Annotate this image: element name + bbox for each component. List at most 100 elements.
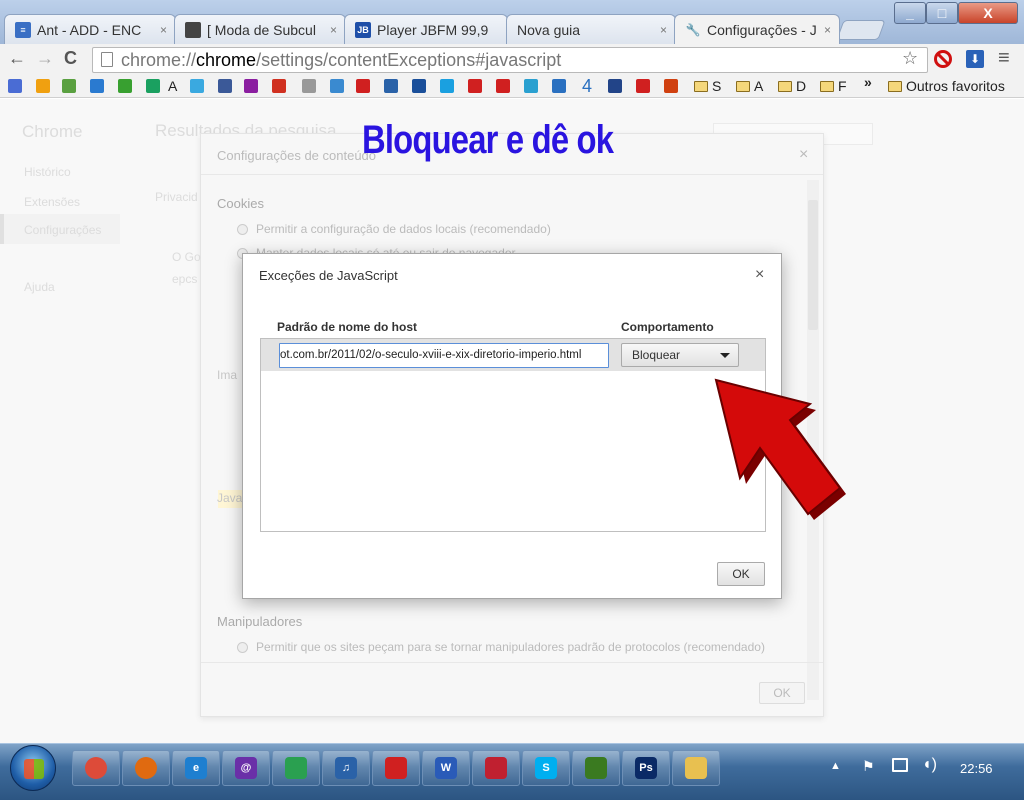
faint-text-4: Java	[217, 491, 243, 505]
close-icon[interactable]: ×	[160, 23, 167, 37]
block-icon[interactable]	[934, 50, 952, 68]
handlers-option[interactable]: Permitir que os sites peçam para se torn…	[237, 640, 765, 654]
minimize-button[interactable]: _	[894, 2, 926, 24]
more-bookmarks-chevron[interactable]: »	[864, 74, 872, 90]
volume-icon[interactable]: ◖)	[922, 756, 937, 774]
close-icon[interactable]: ×	[660, 23, 667, 37]
bookmark-favicon-icon[interactable]	[496, 79, 510, 93]
show-hidden-icons-chevron[interactable]: ▲	[830, 760, 841, 772]
menu-icon[interactable]: ≡	[998, 47, 1010, 70]
bookmark-favicon-icon[interactable]	[524, 79, 538, 93]
behavior-select[interactable]: Bloquear	[621, 343, 739, 367]
clock[interactable]: 22:56	[960, 761, 993, 776]
ok-button[interactable]: OK	[717, 562, 765, 586]
folder-label: S	[712, 78, 722, 94]
tab-0[interactable]: ≡ Ant - ADD - ENC ×	[4, 14, 176, 44]
bookmark-favicon-icon[interactable]	[608, 79, 622, 93]
maximize-icon: □	[937, 5, 947, 21]
bookmark-favicon-icon[interactable]	[62, 79, 76, 93]
new-tab-button[interactable]	[836, 20, 886, 40]
taskbar-app4-button[interactable]: @	[222, 750, 270, 786]
other-bookmarks[interactable]: Outros favoritos	[888, 78, 1005, 94]
tab-2[interactable]: JB Player JBFM 99,9	[344, 14, 508, 44]
bookmark-favicon-icon[interactable]	[412, 79, 426, 93]
bookmark-label-a[interactable]: A	[168, 78, 177, 94]
bookmark-favicon-icon[interactable]	[356, 79, 370, 93]
taskbar-word-button[interactable]: W	[422, 750, 470, 786]
close-icon[interactable]: ×	[330, 23, 337, 37]
host-pattern-input[interactable]: ot.com.br/2011/02/o-seculo-xviii-e-xix-d…	[279, 343, 609, 368]
bookmark-folder-a[interactable]: A	[736, 78, 763, 94]
maximize-button[interactable]: □	[926, 2, 958, 24]
bookmark-favicon-icon[interactable]	[664, 79, 678, 93]
bookmark-favicon-icon[interactable]	[330, 79, 344, 93]
app7-icon	[385, 757, 407, 779]
url-path: /settings/contentExceptions#javascript	[256, 50, 562, 70]
bookmark-favicon-icon[interactable]	[468, 79, 482, 93]
tab-3[interactable]: Nova guia ×	[506, 14, 676, 44]
taskbar-app5-button[interactable]	[272, 750, 320, 786]
close-icon[interactable]: ×	[824, 23, 831, 37]
taskbar-ie-button[interactable]: e	[172, 750, 220, 786]
app9-icon	[485, 757, 507, 779]
radio-selected[interactable]	[237, 224, 248, 236]
bookmark-favicon-icon[interactable]	[36, 79, 50, 93]
bookmark-favicon-icon[interactable]	[636, 79, 650, 93]
tab-label: Ant - ADD - ENC	[37, 21, 142, 38]
nav-history[interactable]: Histórico	[24, 165, 71, 179]
close-icon: X	[983, 5, 993, 21]
taskbar-skype-button[interactable]: S	[522, 750, 570, 786]
bookmark-favicon-icon[interactable]	[8, 79, 22, 93]
bookmark-favicon-icon[interactable]	[552, 79, 566, 93]
taskbar-app9-button[interactable]	[472, 750, 520, 786]
radio-selected[interactable]	[237, 642, 248, 654]
start-button[interactable]	[10, 745, 56, 791]
bookmark-favicon-icon[interactable]	[440, 79, 454, 93]
privacy-heading: Privacid	[155, 190, 198, 204]
taskbar-chrome-button[interactable]	[72, 750, 120, 786]
close-window-button[interactable]: X	[958, 2, 1018, 24]
flag-icon[interactable]: ⚑	[862, 758, 875, 775]
address-bar[interactable]: chrome://chrome/settings/contentExceptio…	[92, 47, 928, 73]
star-icon[interactable]: ☆	[902, 48, 918, 69]
bookmark-folder-s[interactable]: S	[694, 78, 721, 94]
nav-extensions[interactable]: Extensões	[24, 195, 80, 209]
bookmark-folder-d[interactable]: D	[778, 78, 806, 94]
network-icon[interactable]	[892, 758, 908, 772]
back-arrow-icon[interactable]: ←	[8, 48, 26, 69]
tab-4[interactable]: 🔧 Configurações - J ×	[674, 14, 840, 44]
bookmark-favicon-icon[interactable]	[118, 79, 132, 93]
image-icon	[185, 21, 201, 38]
download-icon[interactable]: ⬇	[966, 50, 984, 68]
forward-arrow-icon[interactable]: →	[36, 48, 54, 69]
other-bookmarks-label: Outros favoritos	[906, 78, 1005, 94]
tab-1[interactable]: [ Moda de Subcul ×	[174, 14, 346, 44]
taskbar-photoshop-button[interactable]: Ps	[622, 750, 670, 786]
taskbar-app11-button[interactable]	[572, 750, 620, 786]
handlers-heading: Manipuladores	[217, 614, 303, 629]
bookmark-favicon-icon[interactable]	[384, 79, 398, 93]
close-icon[interactable]: ×	[755, 266, 764, 284]
bookmark-favicon-icon[interactable]	[244, 79, 258, 93]
bookmark-favicon-icon[interactable]	[218, 79, 232, 93]
chrome-icon	[85, 757, 107, 779]
bookmark-favicon-icon[interactable]	[302, 79, 316, 93]
app5-icon	[285, 757, 307, 779]
nav-help[interactable]: Ajuda	[24, 280, 55, 294]
taskbar-app7-button[interactable]	[372, 750, 420, 786]
taskbar-firefox-button[interactable]	[122, 750, 170, 786]
bookmark-folder-f[interactable]: F	[820, 78, 847, 94]
content-settings-ok-button[interactable]: OK	[759, 682, 805, 704]
close-icon[interactable]: ×	[799, 146, 808, 164]
bookmark-favicon-icon[interactable]	[146, 79, 160, 93]
bookmark-label-4[interactable]: 4	[582, 76, 592, 97]
taskbar-app6-button[interactable]: ♫	[322, 750, 370, 786]
bookmark-favicon-icon[interactable]	[90, 79, 104, 93]
faint-text-3: Ima	[217, 368, 238, 382]
reload-icon[interactable]: C	[64, 48, 77, 69]
bookmark-favicon-icon[interactable]	[272, 79, 286, 93]
taskbar-explorer-button[interactable]	[672, 750, 720, 786]
cookie-option-1[interactable]: Permitir a configuração de dados locais …	[237, 222, 551, 236]
nav-settings[interactable]: Configurações	[24, 223, 101, 237]
bookmark-favicon-icon[interactable]	[190, 79, 204, 93]
